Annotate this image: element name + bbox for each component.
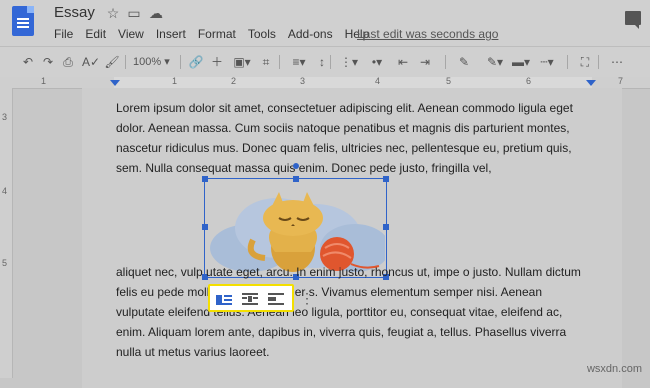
numbered-list-icon[interactable]: ⋮▾ bbox=[338, 53, 360, 71]
border-dash-icon[interactable]: ┄▾ bbox=[536, 53, 558, 71]
ruler-number: 4 bbox=[2, 186, 8, 196]
menu-addons[interactable]: Add-ons bbox=[288, 26, 333, 42]
right-indent-marker[interactable] bbox=[586, 80, 596, 86]
line-spacing-icon[interactable]: ↕ bbox=[313, 53, 331, 71]
ruler-number: 5 bbox=[2, 258, 8, 268]
resize-handle[interactable] bbox=[202, 176, 208, 182]
image-more-options-icon[interactable]: ⋮ bbox=[300, 290, 314, 306]
ruler-number: 2 bbox=[231, 76, 237, 86]
left-indent-marker[interactable] bbox=[110, 80, 120, 86]
more-options-icon[interactable]: ⋯ bbox=[607, 53, 627, 71]
insert-image-icon[interactable]: ▣▾ bbox=[231, 53, 253, 71]
menu-bar: File Edit View Insert Format Tools Add-o… bbox=[54, 26, 369, 42]
document-title[interactable]: Essay bbox=[54, 4, 95, 21]
resize-handle[interactable] bbox=[293, 176, 299, 182]
ruler-number: 6 bbox=[526, 76, 532, 86]
formatting-toolbar: ↶ ↷ ⎙ A✓ 🖌 100% ▾ 🔗 ＋ ▣▾ ⌗ ≡▾ ↕ ⋮▾ •▾ ⇤ … bbox=[0, 46, 650, 78]
app-header: Essay ☆ ▭ ☁ File Edit View Insert Format… bbox=[0, 0, 650, 46]
ruler-number: 5 bbox=[446, 76, 452, 86]
menu-tools[interactable]: Tools bbox=[248, 26, 276, 42]
menu-view[interactable]: View bbox=[118, 26, 144, 42]
vertical-ruler[interactable]: 3 4 5 bbox=[0, 88, 13, 378]
wrap-inline-icon[interactable] bbox=[216, 292, 232, 305]
toolbar-divider bbox=[125, 55, 126, 69]
border-color-icon[interactable]: ✎▾ bbox=[484, 53, 506, 71]
menu-insert[interactable]: Insert bbox=[156, 26, 186, 42]
menu-file[interactable]: File bbox=[54, 26, 73, 42]
document-paragraph[interactable]: Lorem ipsum dolor sit amet, consectetuer… bbox=[116, 98, 594, 178]
toolbar-divider bbox=[445, 55, 446, 69]
zoom-value: 100% bbox=[133, 56, 162, 68]
undo-icon[interactable]: ↶ bbox=[20, 53, 36, 71]
increase-indent-icon[interactable]: ⇥ bbox=[416, 53, 434, 71]
star-icon[interactable]: ☆ bbox=[105, 5, 121, 21]
image-layout-toolbar bbox=[208, 284, 294, 312]
wrap-text-icon[interactable] bbox=[242, 292, 258, 305]
ruler-number: 3 bbox=[300, 76, 306, 86]
document-paragraph[interactable]: aliquet nec, vulp utate eget, arcu. In e… bbox=[116, 262, 594, 362]
crop-icon[interactable]: ⛶ bbox=[576, 53, 594, 71]
toolbar-divider bbox=[279, 55, 280, 69]
resize-handle[interactable] bbox=[383, 176, 389, 182]
print-icon[interactable]: ⎙ bbox=[60, 53, 76, 71]
redo-icon[interactable]: ↷ bbox=[40, 53, 56, 71]
ruler-number: 1 bbox=[41, 76, 47, 86]
ruler-number: 4 bbox=[375, 76, 381, 86]
comment-add-icon[interactable]: ＋ bbox=[209, 53, 225, 71]
cloud-status-icon[interactable]: ☁ bbox=[148, 5, 164, 21]
border-weight-icon[interactable]: ▬▾ bbox=[510, 53, 532, 71]
zoom-select[interactable]: 100% ▾ bbox=[133, 53, 170, 71]
paint-format-icon[interactable]: 🖌 bbox=[104, 53, 120, 71]
toolbar-divider bbox=[180, 55, 181, 69]
link-icon[interactable]: 🔗 bbox=[188, 53, 204, 71]
spellcheck-icon[interactable]: A✓ bbox=[82, 53, 100, 71]
ruler-number: 3 bbox=[2, 112, 8, 122]
watermark: wsxdn.com bbox=[586, 363, 642, 375]
bulleted-list-icon[interactable]: •▾ bbox=[366, 53, 388, 71]
menu-format[interactable]: Format bbox=[198, 26, 236, 42]
menu-edit[interactable]: Edit bbox=[85, 26, 106, 42]
align-icon[interactable]: ≡▾ bbox=[288, 53, 310, 71]
image-options-icon[interactable]: ⌗ bbox=[258, 53, 274, 71]
ruler-writing-area bbox=[114, 77, 592, 88]
resize-handle[interactable] bbox=[383, 224, 389, 230]
comments-icon[interactable] bbox=[625, 11, 641, 29]
rotate-handle[interactable] bbox=[293, 163, 299, 169]
toolbar-divider bbox=[330, 55, 331, 69]
decrease-indent-icon[interactable]: ⇤ bbox=[394, 53, 412, 71]
toolbar-divider bbox=[567, 55, 568, 69]
toolbar-divider bbox=[598, 55, 599, 69]
resize-handle[interactable] bbox=[202, 224, 208, 230]
ruler-number: 7 bbox=[618, 76, 624, 86]
pen-icon[interactable]: ✎ bbox=[456, 53, 472, 71]
break-text-icon[interactable] bbox=[268, 292, 284, 305]
ruler-number: 1 bbox=[172, 76, 178, 86]
move-to-folder-icon[interactable]: ▭ bbox=[126, 5, 142, 21]
last-edit-link[interactable]: Last edit was seconds ago bbox=[357, 27, 498, 41]
docs-logo-icon[interactable] bbox=[12, 6, 34, 36]
